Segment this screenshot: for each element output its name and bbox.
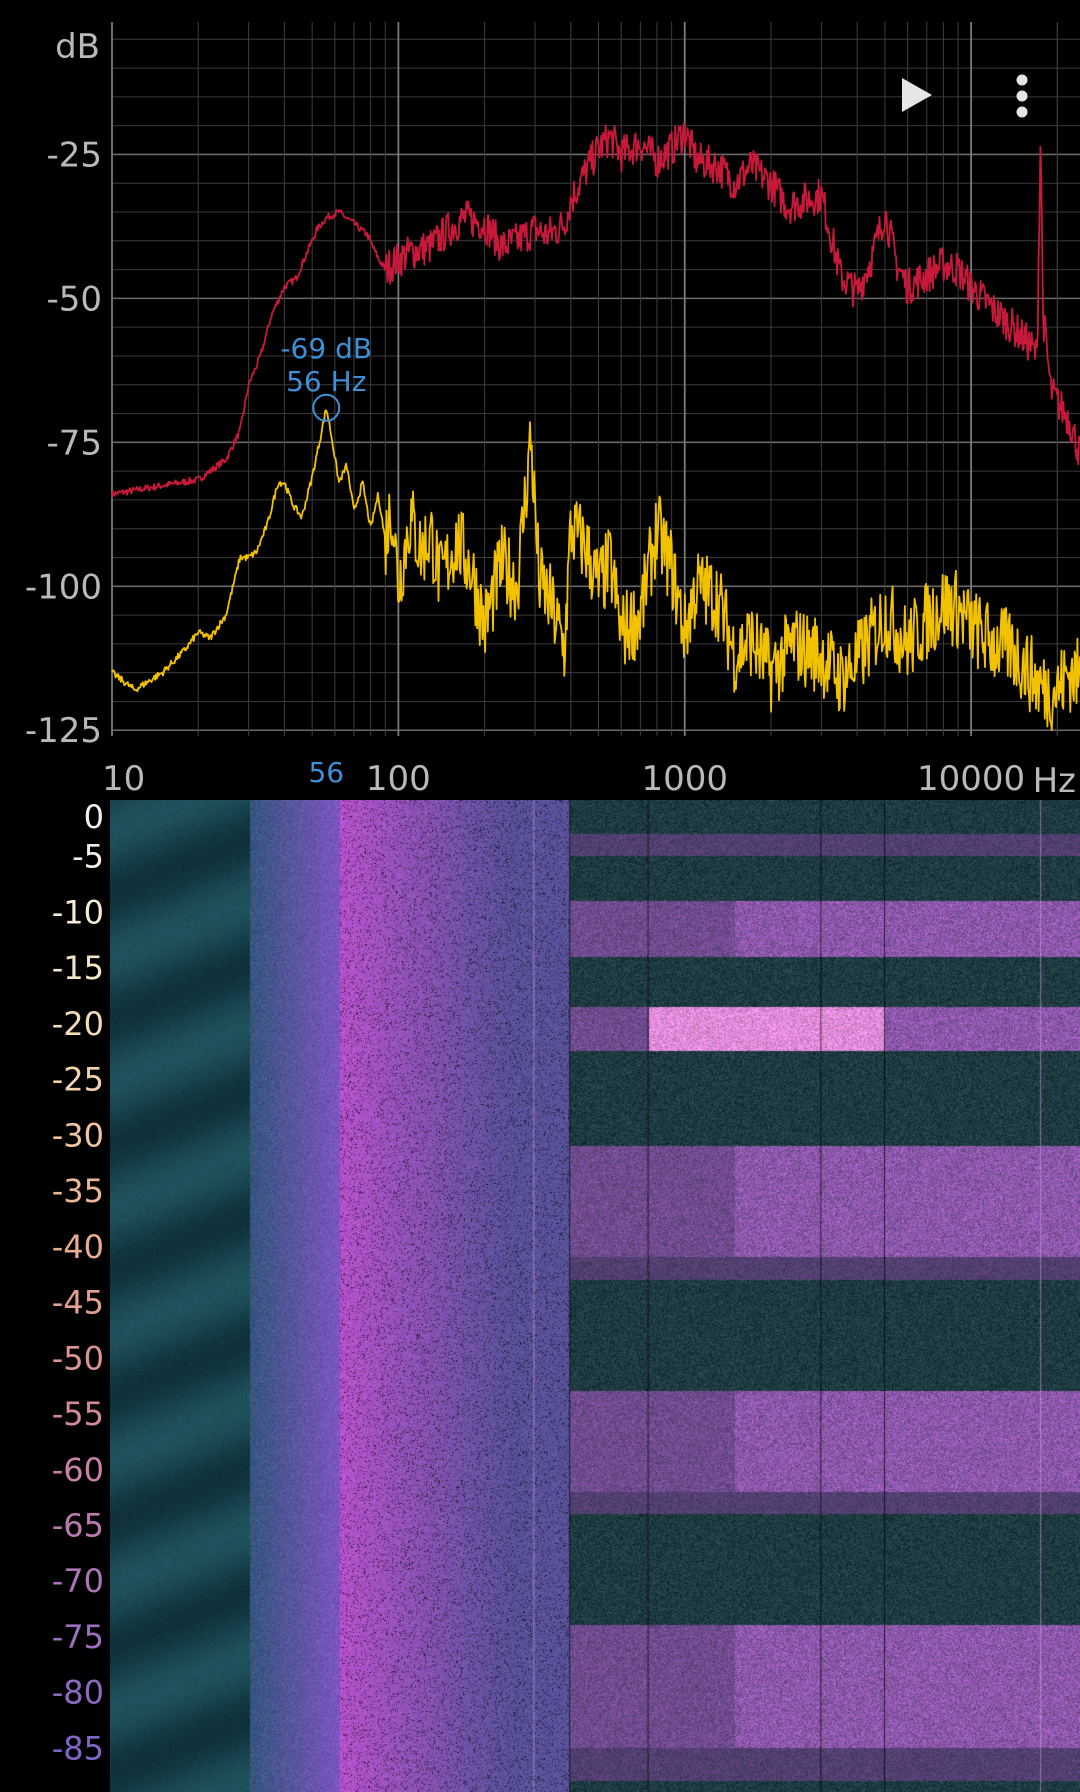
spectrogram-y-tick: 0 bbox=[84, 800, 104, 836]
more-vertical-icon[interactable] bbox=[1016, 74, 1028, 118]
spectrogram-y-tick: -25 bbox=[52, 1061, 104, 1099]
peak-marker-freq-tick: 56 bbox=[308, 756, 344, 789]
spectrogram-y-tick: -30 bbox=[52, 1116, 104, 1154]
peak-marker-hz-label: 56 Hz bbox=[286, 365, 366, 398]
spectrogram-panel[interactable]: 0 -5 -10 -15 -20 -25 -30 -35 -40 -45 -50 -55 -60 -65 -… bbox=[0, 800, 1080, 1792]
spectrogram-y-tick: -75 bbox=[52, 1618, 104, 1656]
spectrogram-y-tick: -65 bbox=[52, 1506, 104, 1544]
y-axis-label: dB bbox=[55, 27, 100, 67]
y-tick-label: -75 bbox=[46, 423, 102, 463]
peak-marker-db-label: -69 dB bbox=[280, 332, 372, 365]
spectrogram-y-tick: -70 bbox=[52, 1562, 104, 1600]
spectrogram-canvas bbox=[110, 800, 1080, 1792]
x-tick-label: 10000 bbox=[917, 759, 1025, 799]
spectrogram-y-tick: -5 bbox=[72, 838, 104, 876]
x-tick-label: 1000 bbox=[641, 759, 728, 799]
y-tick-label: -125 bbox=[25, 711, 102, 751]
spectrogram-y-tick: -20 bbox=[52, 1005, 104, 1043]
x-tick-label: 10 bbox=[102, 759, 145, 799]
spectrogram-y-tick: -55 bbox=[52, 1395, 104, 1433]
spectrogram-y-tick: -50 bbox=[52, 1339, 104, 1377]
spectrogram-y-tick: -35 bbox=[52, 1172, 104, 1210]
spectrum-grid bbox=[111, 22, 1080, 736]
spectrogram-y-tick: -15 bbox=[52, 949, 104, 987]
x-tick-label: 100 bbox=[366, 759, 431, 799]
play-icon[interactable] bbox=[902, 78, 932, 112]
spectrum-series bbox=[111, 122, 1080, 731]
peak-marker-circle bbox=[312, 393, 341, 422]
spectrum-x-ticks: 10 100 1000 10000 bbox=[102, 759, 1025, 799]
spectrogram-y-tick: -10 bbox=[52, 893, 104, 931]
spectrogram-y-tick: -85 bbox=[52, 1729, 104, 1767]
y-tick-label: -50 bbox=[46, 279, 102, 319]
peak-marker[interactable]: -69 dB 56 Hz 56 bbox=[280, 332, 372, 789]
y-tick-label: -100 bbox=[25, 567, 102, 607]
spectrogram-y-tick: -45 bbox=[52, 1284, 104, 1322]
y-tick-label: -25 bbox=[46, 135, 102, 175]
spectrogram-y-tick: -60 bbox=[52, 1451, 104, 1489]
x-axis-label: Hz bbox=[1033, 761, 1076, 800]
spectrogram-y-tick: -80 bbox=[52, 1674, 104, 1712]
app-root: -25 -50 -75 -100 -125 10 100 1000 10000 dB Hz -… bbox=[0, 0, 1080, 1792]
spectrum-y-ticks: -25 -50 -75 -100 -125 bbox=[25, 135, 102, 751]
spectrum-chart[interactable]: -25 -50 -75 -100 -125 10 100 1000 10000 dB Hz -… bbox=[0, 0, 1080, 800]
peak-hold-series-line bbox=[111, 122, 1080, 498]
spectrogram-y-ticks: 0-5 -10 -15 -20 -25 -30 -35 -40 -45 -50 -55 -60 -65 -… bbox=[52, 800, 104, 1767]
live-spectrum-series-line bbox=[111, 409, 1080, 731]
spectrogram-y-tick: -40 bbox=[52, 1228, 104, 1266]
